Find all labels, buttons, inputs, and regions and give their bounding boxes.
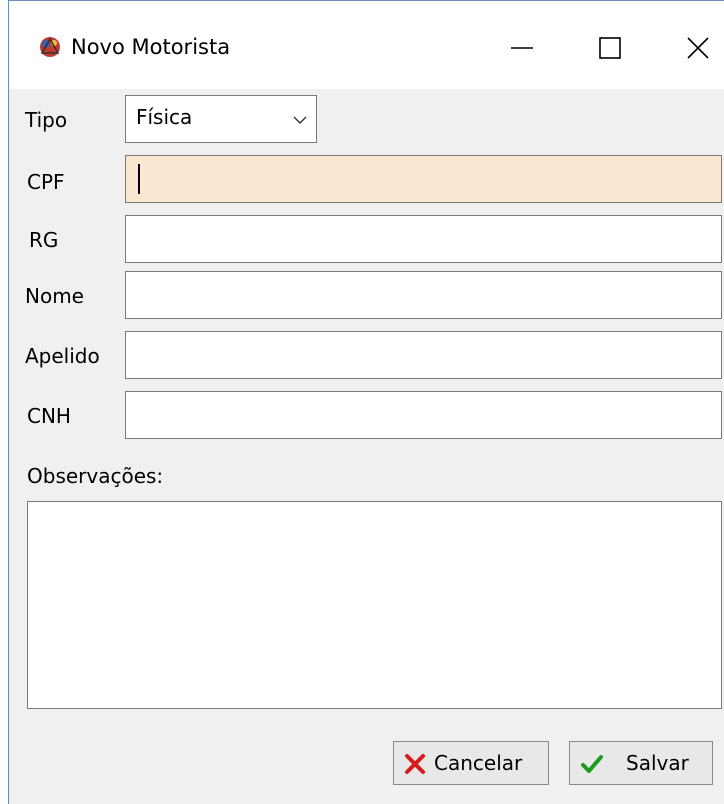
cnh-label: CNH	[27, 404, 71, 428]
close-icon	[687, 37, 709, 59]
text-caret	[138, 164, 140, 194]
nome-label: Nome	[25, 284, 84, 308]
minimize-button[interactable]	[487, 19, 557, 75]
cancel-button[interactable]: Cancelar	[393, 741, 549, 785]
save-button[interactable]: Salvar	[569, 741, 713, 785]
cpf-input[interactable]	[125, 155, 722, 203]
tipo-select-value: Física	[136, 105, 193, 129]
cpf-label: CPF	[27, 170, 65, 194]
dialog-window: Novo Motorista Tipo Física CPF RG Nome A…	[8, 0, 724, 804]
nome-input[interactable]	[125, 271, 722, 319]
maximize-icon	[599, 37, 621, 59]
observacoes-label: Observações:	[27, 464, 164, 488]
save-button-label: Salvar	[626, 751, 689, 775]
window-title: Novo Motorista	[71, 35, 231, 59]
title-bar[interactable]: Novo Motorista	[9, 1, 724, 89]
tipo-select[interactable]: Física	[125, 95, 317, 143]
chevron-down-icon	[293, 116, 307, 124]
minimize-icon	[511, 47, 533, 49]
tipo-label: Tipo	[25, 108, 68, 132]
rg-input[interactable]	[125, 215, 722, 263]
driver-app-icon	[37, 33, 63, 59]
maximize-button[interactable]	[575, 19, 645, 75]
check-icon	[581, 755, 603, 773]
observacoes-textarea[interactable]	[27, 501, 722, 709]
close-button[interactable]	[663, 19, 724, 75]
x-icon	[405, 754, 425, 774]
apelido-input[interactable]	[125, 331, 722, 379]
cnh-input[interactable]	[125, 391, 722, 439]
apelido-label: Apelido	[25, 344, 100, 368]
rg-label: RG	[29, 228, 59, 252]
cancel-button-label: Cancelar	[434, 751, 523, 775]
